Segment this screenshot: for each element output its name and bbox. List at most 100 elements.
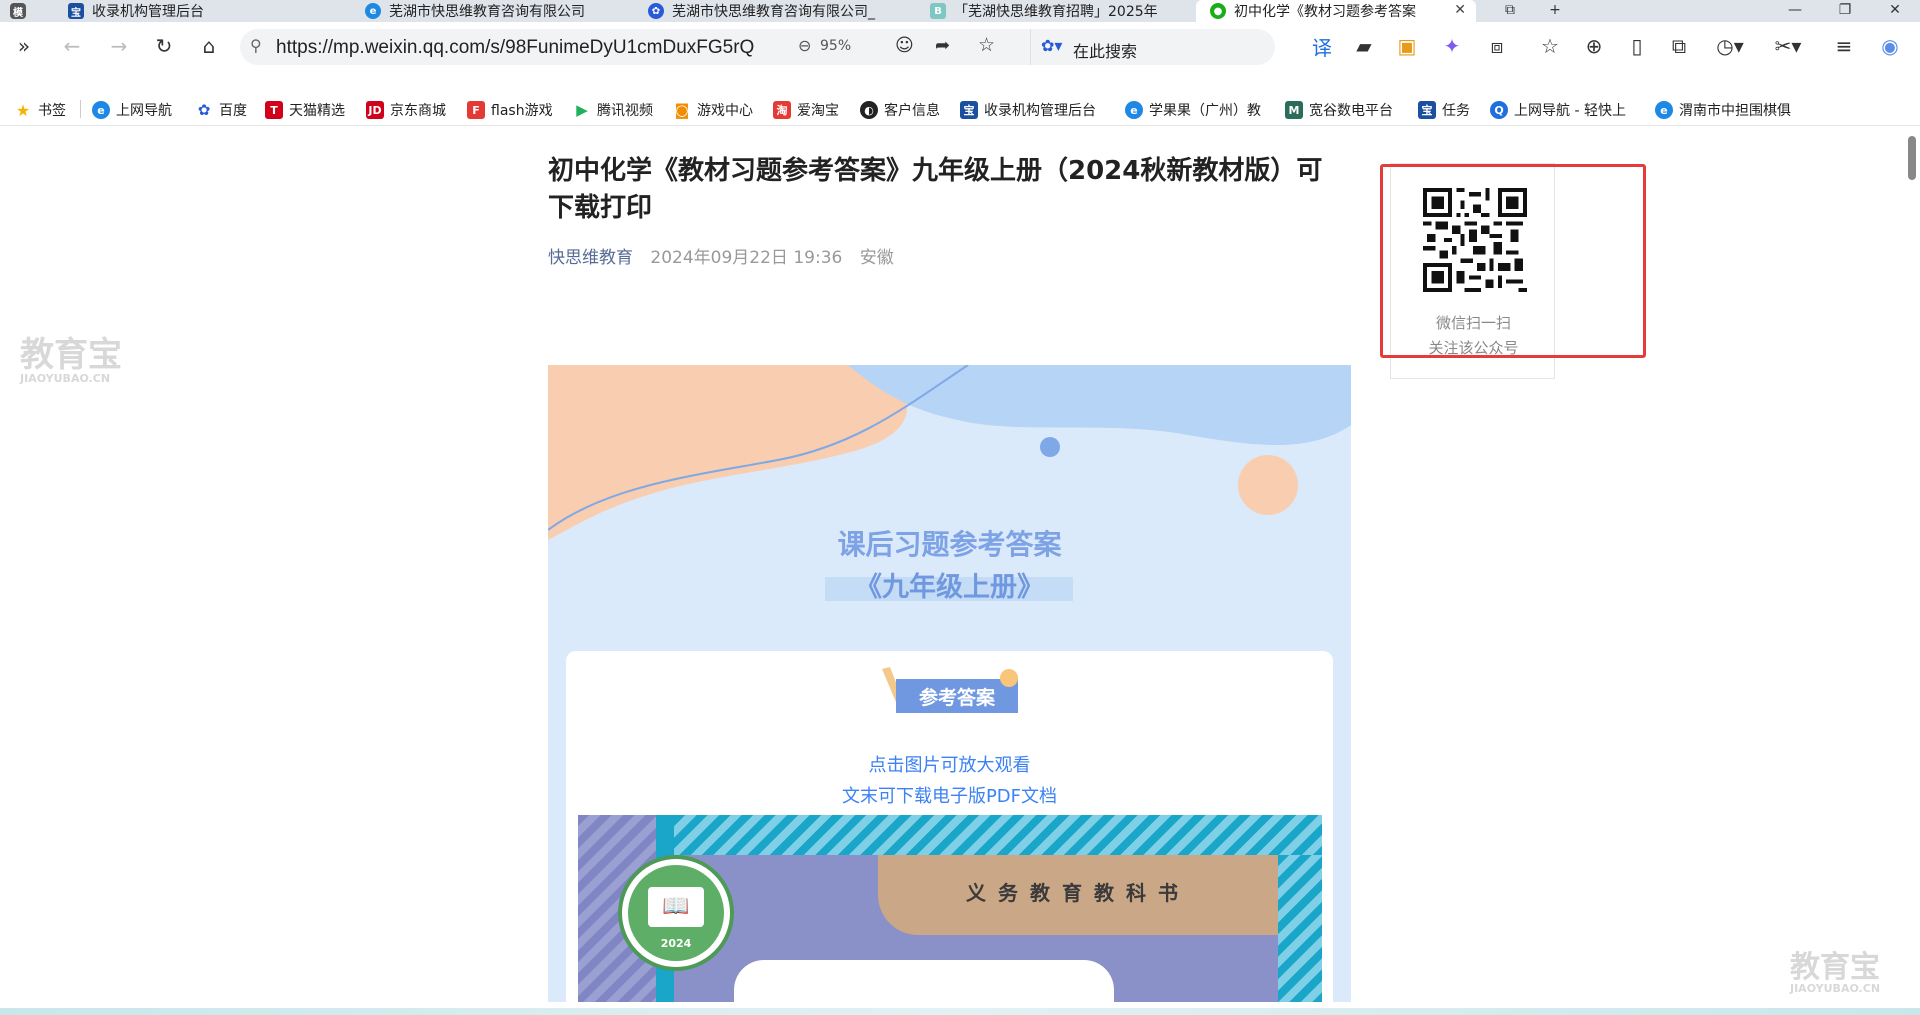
wechat-icon: ● <box>1210 3 1226 19</box>
cover-stripe-top <box>674 815 1322 855</box>
bookmark-item[interactable]: ✿ 百度 <box>195 100 247 120</box>
gamepad-icon: ◙ <box>674 101 690 119</box>
tab-group-button[interactable]: 模 <box>10 0 40 22</box>
textbook-cover-image[interactable]: 义务教育教科书 📖 2024 <box>578 815 1322 1002</box>
bookmark-item[interactable]: 宝任务 <box>1418 100 1470 120</box>
seal-year: 2024 <box>660 937 692 950</box>
minimize-icon[interactable]: — <box>1775 0 1815 22</box>
scrollbar-thumb[interactable] <box>1908 136 1916 180</box>
tab-group-icon: 模 <box>10 3 26 19</box>
zoom-icon[interactable]: ⊖ <box>798 36 811 55</box>
cover-title-panel <box>734 960 1114 1002</box>
tab-admin[interactable]: 宝 收录机构管理后台 <box>68 0 338 22</box>
bookmark-item[interactable]: ★ 书签 <box>14 100 66 120</box>
tab-label: 收录机构管理后台 <box>92 4 204 20</box>
address-bar[interactable]: ⚲ https://mp.weixin.qq.com/s/98FunimeDyU… <box>240 29 1275 65</box>
window-close-icon[interactable]: ✕ <box>1875 0 1915 22</box>
star-icon: ★ <box>15 100 31 120</box>
tab-article-active[interactable]: ● 初中化学《教材习题参考答案 ✕ <box>1196 0 1476 22</box>
url-text[interactable]: https://mp.weixin.qq.com/s/98FunimeDyU1c… <box>276 37 754 59</box>
screenshot-icon[interactable]: ⧉ <box>1667 34 1691 58</box>
page-content: 教育宝 JIAOYUBAO.CN 初中化学《教材习题参考答案》九年级上册（202… <box>0 127 1920 1002</box>
bookmark-item[interactable]: e 学果果（广州）教 <box>1125 100 1261 120</box>
tab-label: 芜湖市快思维教育咨询有限公司 <box>389 4 585 20</box>
favorites-icon[interactable]: ☆ <box>1538 34 1562 58</box>
poster-subheading: 《九年级上册》 <box>855 572 1044 603</box>
site-icon: 宝 <box>1418 101 1436 119</box>
bookmark-item[interactable]: M 宽谷数电平台 <box>1285 100 1393 120</box>
forward-icon[interactable]: → <box>107 34 131 58</box>
bookmark-item[interactable]: ◐ 客户信息 <box>860 100 940 120</box>
browser-e-icon: e <box>1655 101 1673 119</box>
article-title: 初中化学《教材习题参考答案》九年级上册（2024秋新教材版）可下载打印 <box>548 156 1323 223</box>
taobao-icon: 淘 <box>773 101 791 119</box>
download-icon[interactable]: ⊕ <box>1582 34 1606 58</box>
book-icon: 📖 <box>648 887 704 927</box>
zoom-level[interactable]: 95% <box>820 38 851 54</box>
history-icon[interactable]: ◷▾ <box>1712 34 1748 58</box>
poster-heading: 课后习题参考答案 <box>837 528 1062 561</box>
ai-assistant-icon[interactable]: ✦ <box>1440 34 1464 58</box>
watermark: 教育宝 JIAOYUBAO.CN <box>20 335 122 385</box>
stock-chart-icon[interactable]: ▰ <box>1352 34 1376 58</box>
close-icon[interactable]: ✕ <box>1454 2 1466 18</box>
b-icon: B <box>930 3 946 19</box>
seal-inner: 📖 2024 <box>628 865 724 961</box>
pdf-hint: 文末可下载电子版PDF文档 <box>841 786 1058 807</box>
search-engine-box[interactable]: ✿▾ 在此搜索 <box>1030 29 1275 65</box>
bookmark-item[interactable]: e 渭南市中担围棋俱 <box>1655 100 1791 120</box>
site-icon: 宝 <box>68 3 84 19</box>
bookmarks-bar: ★ 书签 e 上网导航 ✿ 百度 T 天猫精选 JD 京东商城 Fflash游戏 ▶ 腾讯视… <box>0 92 1920 126</box>
sidebar-toggle-icon[interactable]: » <box>12 34 36 58</box>
translate-icon[interactable]: 译 <box>1310 34 1334 60</box>
client-icon: ◐ <box>860 101 878 119</box>
search-placeholder: 在此搜索 <box>1073 42 1138 61</box>
tab-recruit[interactable]: B 「芜湖快思维教育招聘」2025年 <box>930 0 1175 22</box>
textbook-series: 义务教育教科书 <box>966 881 1190 905</box>
bookmark-item[interactable]: 宝收录机构管理后台 <box>960 100 1096 120</box>
browser-toolbar: » ← → ↻ ⌂ ⚲ https://mp.weixin.qq.com/s/9… <box>0 22 1920 70</box>
tab-label: 「芜湖快思维教育招聘」2025年 <box>954 4 1158 20</box>
bookmark-item[interactable]: 淘爱淘宝 <box>773 100 839 120</box>
menu-icon[interactable]: ≡ <box>1832 34 1856 58</box>
answer-card: 参考答案 点击图片可放大观看 文末可下载电子版PDF文档 义务教育教科书 📖 2… <box>566 651 1333 1002</box>
tab-label: 芜湖市快思维教育咨询有限公司_ <box>672 4 875 20</box>
bookmark-item[interactable]: ◙ 游戏中心 <box>673 100 753 120</box>
back-icon[interactable]: ← <box>60 34 84 58</box>
tmall-icon: T <box>265 101 283 119</box>
taskbar-strip <box>0 1008 1920 1015</box>
cut-icon[interactable]: ✂▾ <box>1770 34 1806 58</box>
baidu-paw-icon[interactable]: ✿▾ <box>1041 36 1062 55</box>
share-icon[interactable]: ➦ <box>935 35 950 56</box>
bookmark-item[interactable]: Fflash游戏 <box>467 100 553 120</box>
mobile-icon[interactable]: ▯ <box>1625 34 1649 58</box>
bookmark-item[interactable]: Q 上网导航 - 轻快上 <box>1490 100 1626 120</box>
search-icon: ⚲ <box>250 36 262 55</box>
bookmark-item[interactable]: T 天猫精选 <box>265 100 345 120</box>
tab-strip: 模 宝 收录机构管理后台 e 芜湖市快思维教育咨询有限公司 ✿ 芜湖市快思维教育… <box>0 0 1920 22</box>
platform-icon: M <box>1285 101 1303 119</box>
article-poster[interactable]: 课后习题参考答案 《九年级上册》 参考答案 点击图片可放大观看 文末可下载电子版… <box>548 365 1351 1002</box>
play-icon: ▶ <box>576 101 588 119</box>
favorite-star-icon[interactable]: ☆ <box>978 34 995 56</box>
tab-list-icon[interactable]: ⧉ <box>1490 0 1530 22</box>
account-name-link[interactable]: 快思维教育 <box>548 248 633 268</box>
restore-icon[interactable]: ❐ <box>1825 0 1865 22</box>
bookmark-item[interactable]: ▶ 腾讯视频 <box>573 100 653 120</box>
extensions-icon[interactable]: ⧈ <box>1485 34 1509 58</box>
browser-e-icon: e <box>92 101 110 119</box>
new-tab-icon[interactable]: + <box>1535 0 1575 22</box>
tab-label: 初中化学《教材习题参考答案 <box>1234 4 1416 20</box>
home-icon[interactable]: ⌂ <box>197 34 221 58</box>
flash-icon: F <box>467 101 485 119</box>
approval-seal: 📖 2024 <box>618 855 734 971</box>
reading-list-icon[interactable]: ▣ <box>1395 34 1419 58</box>
reload-icon[interactable]: ↻ <box>152 34 176 58</box>
tab-company-1[interactable]: e 芜湖市快思维教育咨询有限公司 <box>365 0 610 22</box>
reader-icon[interactable]: ☺ <box>895 35 914 56</box>
bookmark-item[interactable]: JD 京东商城 <box>366 100 446 120</box>
baidu-paw-icon: ✿ <box>197 101 211 119</box>
tab-company-2[interactable]: ✿ 芜湖市快思维教育咨询有限公司_ <box>648 0 893 22</box>
bookmark-item[interactable]: e 上网导航 <box>92 100 172 120</box>
avatar[interactable]: ◉ <box>1878 34 1902 58</box>
